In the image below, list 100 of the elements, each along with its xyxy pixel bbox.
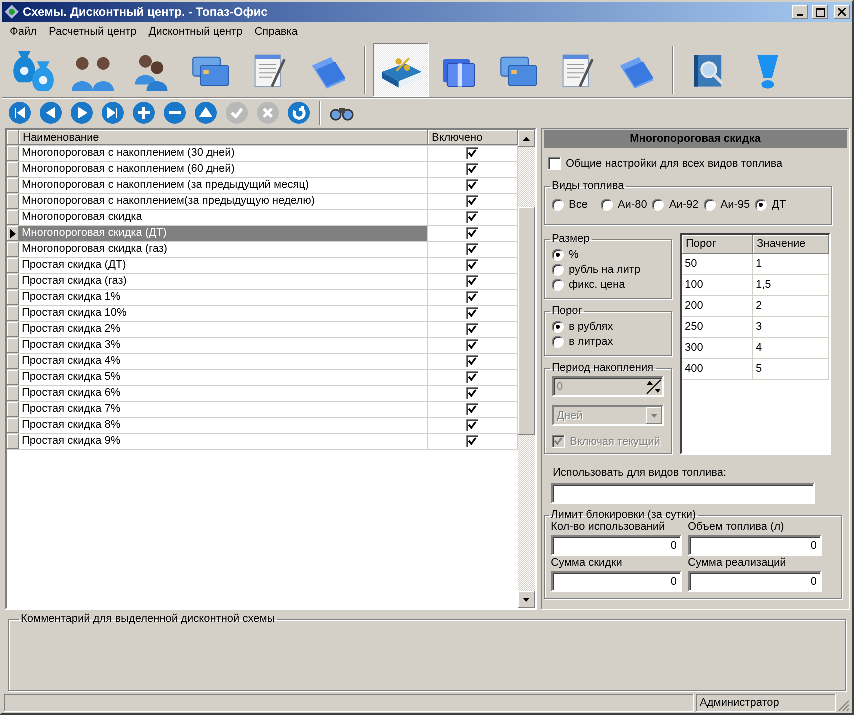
maximize-button[interactable]: [812, 5, 828, 19]
radio-button[interactable]: [704, 198, 716, 210]
triangle-up-icon[interactable]: [194, 101, 218, 125]
resize-grip-icon: [838, 700, 850, 712]
checkbox[interactable]: [466, 227, 479, 240]
scroll-up-button[interactable]: [518, 130, 535, 147]
plus-icon[interactable]: [132, 101, 156, 125]
radio-label: %: [569, 248, 579, 260]
checkbox[interactable]: [466, 211, 479, 224]
table-cell[interactable]: Простая скидка 5%: [19, 370, 428, 385]
table-cell: 1: [753, 254, 829, 275]
table-cell[interactable]: Простая скидка 6%: [19, 386, 428, 401]
table-cell[interactable]: Простая скидка 7%: [19, 402, 428, 417]
checkbox[interactable]: [466, 355, 479, 368]
up-arrow-icon: [523, 136, 530, 140]
column-header[interactable]: Порог: [682, 235, 753, 254]
group-label: Комментарий для выделенной дисконтной схемы: [20, 613, 276, 625]
table-cell: 5: [753, 359, 829, 380]
column-header[interactable]: Включено: [428, 130, 518, 145]
radio-button[interactable]: [552, 320, 564, 332]
close-button[interactable]: [834, 5, 850, 19]
checkbox[interactable]: [466, 163, 479, 176]
group-label: Порог: [551, 305, 584, 317]
radio-button[interactable]: [755, 198, 768, 210]
fuel-types-field[interactable]: [551, 483, 815, 504]
table-cell[interactable]: Простая скидка 4%: [19, 354, 428, 369]
radio-button[interactable]: [600, 198, 613, 210]
number-field[interactable]: 0: [688, 571, 822, 592]
menu-item[interactable]: Справка: [248, 24, 304, 40]
back-icon[interactable]: [39, 101, 63, 125]
dropdown-arrow-icon: [650, 414, 658, 418]
table-cell[interactable]: Многопороговая с накоплением (30 дней): [19, 146, 428, 161]
minus-icon[interactable]: [163, 101, 187, 125]
checkbox[interactable]: [466, 387, 479, 400]
field-label: Сумма скидки: [551, 557, 624, 569]
checkbox-label: Включая текущий: [570, 436, 660, 448]
scroll-thumb[interactable]: [518, 207, 535, 435]
row-indicator[interactable]: [7, 226, 19, 241]
minimize-button[interactable]: [792, 5, 808, 19]
table-cell[interactable]: Простая скидка 10%: [19, 306, 428, 321]
menu-item[interactable]: Расчетный центр: [43, 24, 143, 40]
checkbox[interactable]: [466, 371, 479, 384]
table-cell: 400: [682, 359, 753, 380]
table-cell[interactable]: Многопороговая с накоплением(за предыдущую неделю): [19, 194, 428, 209]
number-field[interactable]: 0: [688, 535, 822, 556]
group-label: Виды топлива: [551, 180, 626, 192]
table-cell: 1,5: [753, 275, 829, 296]
maximize-icon: [816, 8, 824, 16]
checkbox[interactable]: [466, 259, 479, 272]
menu-item[interactable]: Дисконтный центр: [142, 24, 249, 40]
radio-button[interactable]: [652, 198, 664, 210]
skip-back-icon[interactable]: [8, 101, 32, 125]
table-cell[interactable]: Простая скидка (газ): [19, 274, 428, 289]
column-header[interactable]: Наименование: [19, 130, 428, 145]
radio-button[interactable]: [552, 248, 564, 260]
scroll-down-button[interactable]: [518, 591, 535, 608]
number-field[interactable]: 0: [551, 571, 682, 592]
checkbox[interactable]: [466, 339, 479, 352]
checkbox[interactable]: [466, 307, 479, 320]
table-cell[interactable]: Многопороговая с накоплением (60 дней): [19, 162, 428, 177]
table-cell[interactable]: Многопороговая скидка (ДТ): [19, 226, 428, 241]
table-cell[interactable]: Многопороговая скидка: [19, 210, 428, 225]
menu-item[interactable]: Файл: [4, 24, 44, 40]
refresh-icon[interactable]: [287, 101, 311, 125]
checkbox[interactable]: [466, 403, 479, 416]
checkbox[interactable]: [466, 291, 479, 304]
checkbox[interactable]: [466, 243, 479, 256]
radio-button[interactable]: [552, 278, 564, 290]
table-cell: 300: [682, 338, 753, 359]
checkbox[interactable]: [466, 147, 479, 160]
radio-button[interactable]: [552, 198, 564, 210]
checkbox[interactable]: [466, 435, 479, 448]
checkbox[interactable]: [466, 179, 479, 192]
number-field[interactable]: 0: [551, 535, 682, 556]
radio-label: рубль на литр: [569, 264, 641, 276]
checkbox[interactable]: [466, 275, 479, 288]
table-cell[interactable]: Простая скидка 3%: [19, 338, 428, 353]
field-label: Объем топлива (л): [688, 521, 786, 533]
close-icon: [838, 8, 846, 16]
table-cell[interactable]: Многопороговая с накоплением (за предыдущий месяц): [19, 178, 428, 193]
column-header[interactable]: Значение: [753, 235, 829, 254]
radio-button[interactable]: [552, 336, 564, 348]
radio-label: Аи-92: [669, 198, 699, 210]
group-label: Период накопления: [551, 362, 655, 374]
checkbox[interactable]: [466, 419, 479, 432]
table-cell[interactable]: Простая скидка 8%: [19, 418, 428, 433]
table-cell[interactable]: Многопороговая скидка (газ): [19, 242, 428, 257]
play-icon[interactable]: [70, 101, 94, 125]
radio-button[interactable]: [552, 264, 564, 276]
table-cell[interactable]: Простая скидка 1%: [19, 290, 428, 305]
table-cell[interactable]: Простая скидка 9%: [19, 434, 428, 449]
checkbox[interactable]: [466, 323, 479, 336]
table-cell[interactable]: Простая скидка (ДТ): [19, 258, 428, 273]
checkbox[interactable]: [466, 195, 479, 208]
table-cell: 100: [682, 275, 753, 296]
skip-forward-icon[interactable]: [101, 101, 125, 125]
radio-label: в рублях: [569, 320, 614, 332]
toolbar-button[interactable]: [373, 42, 429, 96]
table-cell[interactable]: Простая скидка 2%: [19, 322, 428, 337]
checkbox[interactable]: [548, 157, 561, 170]
